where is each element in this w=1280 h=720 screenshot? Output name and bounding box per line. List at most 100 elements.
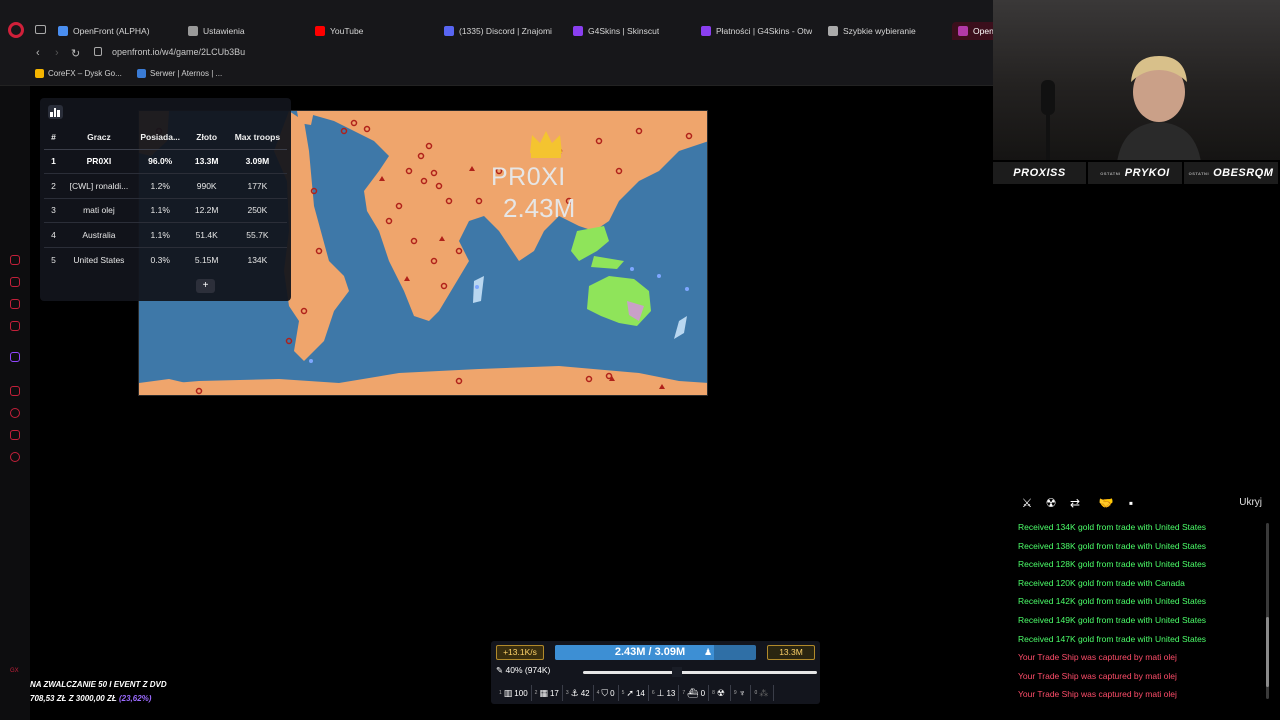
tab-label: YouTube xyxy=(330,26,364,36)
missile-silo-icon: ➚ xyxy=(626,687,634,698)
bookmark-corefx[interactable]: CoreFX – Dysk Go... xyxy=(35,69,122,78)
donation-percent: (23,62%) xyxy=(118,694,152,703)
attack-ratio-text: 40% (974K) xyxy=(505,665,551,675)
build-factory-button[interactable]: 2 ▦ 17 xyxy=(532,685,563,701)
gx-label: GX xyxy=(10,668,19,674)
col-gold[interactable]: Złoto xyxy=(185,126,228,150)
leaderboard-row[interactable]: 2 [CWL] ronaldi... 1.2% 990K 177K xyxy=(44,173,287,199)
atom-bomb-icon: ☢ xyxy=(716,687,725,698)
trade-icon[interactable]: ⇄ xyxy=(1068,496,1082,510)
events-toolbar: ⚔ ☢ ⇄ 🤝 ▪ Ukryj xyxy=(1012,489,1272,517)
rank-cell: 3 xyxy=(44,198,64,224)
leaderboard-row[interactable]: 1 PR0XI 96.0% 13.3M 3.09M xyxy=(44,149,287,175)
reload-icon[interactable]: ↻ xyxy=(71,47,80,60)
stream-label: OSTATNI OBESRQM xyxy=(1184,162,1280,184)
nuke-icon[interactable]: ☢ xyxy=(1044,496,1058,510)
event-message: Received 128K gold from trade with Unite… xyxy=(1018,559,1207,570)
browser-tab[interactable]: YouTube xyxy=(315,22,363,40)
mail-icon[interactable] xyxy=(10,321,20,331)
url-field[interactable]: openfront.io/w4/game/2LCUb3Bu xyxy=(112,47,245,57)
attack-ratio-slider[interactable] xyxy=(583,671,817,674)
leaderboard-row[interactable]: 4 Australia 1.1% 51.4K 55.7K xyxy=(44,222,287,248)
shopping-icon[interactable] xyxy=(10,277,20,287)
col-max-troops[interactable]: Max troops xyxy=(227,126,287,150)
building-count: 0 xyxy=(610,688,615,698)
gold-cell: 990K xyxy=(185,173,228,199)
col-player[interactable]: Gracz xyxy=(63,126,135,150)
events-scrollbar-thumb[interactable] xyxy=(1266,617,1269,687)
build-defense-post-button[interactable]: 4 ⛉ 0 xyxy=(594,685,619,701)
owned-cell: 1.1% xyxy=(134,198,186,224)
troop-bar: 2.43M / 3.09M ♟ xyxy=(555,645,756,660)
forward-icon[interactable]: › xyxy=(55,47,59,59)
player-cell: mati olej xyxy=(63,198,135,224)
opera-menu-icon[interactable] xyxy=(8,22,24,38)
attack-ratio: ✎ 40% (974K) xyxy=(496,665,550,676)
build-missile-silo-button[interactable]: 5 ➚ 14 xyxy=(619,685,649,701)
build-port-button[interactable]: 3 ⚓ 42 xyxy=(563,685,594,701)
troops-cell: 177K xyxy=(227,173,287,199)
browser-tab[interactable]: Szybkie wybieranie xyxy=(828,22,916,40)
build-hydrogen-bomb-button[interactable]: 9 ♆ xyxy=(731,685,752,701)
event-message: Received 147K gold from trade with Unite… xyxy=(1018,633,1207,644)
owned-cell: 96.0% xyxy=(134,149,186,175)
gold-balance: 13.3M xyxy=(767,645,815,660)
col-rank[interactable]: # xyxy=(44,126,64,150)
build-warship-button[interactable]: 7 ⛴ 0 xyxy=(679,685,710,701)
build-atom-bomb-button[interactable]: 8 ☢ xyxy=(709,685,731,701)
chat-icon[interactable]: ▪ xyxy=(1124,496,1138,510)
col-owned[interactable]: Posiada... xyxy=(134,126,186,150)
sword-icon[interactable]: ⚔ xyxy=(1020,496,1034,510)
tab-favicon-icon xyxy=(958,26,968,36)
tab-label: (1335) Discord | Znajomi xyxy=(459,26,552,36)
build-sam-launcher-button[interactable]: 6 ⊥ 13 xyxy=(649,685,680,701)
attack-ratio-slider-handle[interactable] xyxy=(671,667,682,677)
gold-balance-text: 13.3M xyxy=(779,647,803,657)
tab-label: Ustawienia xyxy=(203,26,245,36)
leaderboard-row[interactable]: 5 United States 0.3% 5.15M 134K xyxy=(44,247,287,272)
settings-icon[interactable] xyxy=(10,452,20,462)
browser-tab[interactable]: G4Skins | Skinscut xyxy=(573,22,659,40)
player-icon[interactable] xyxy=(10,386,20,396)
stream-label-name: OBESRQM xyxy=(1213,167,1274,179)
stream-label-sub: OSTATNI xyxy=(1188,170,1210,176)
build-mirv-button[interactable]: 0 ⁂ xyxy=(751,685,775,701)
sam-launcher-icon: ⊥ xyxy=(656,687,665,698)
tab-favicon-icon xyxy=(444,26,454,36)
browser-tab[interactable]: OpenFront (ALPHA) xyxy=(58,22,150,40)
leaderboard-toggle-icon[interactable] xyxy=(48,105,63,119)
hotkey-label: 9 xyxy=(733,690,737,696)
building-count: 13 xyxy=(666,688,676,698)
build-menu: 1 ▥ 100 2 ▦ 17 3 ⚓ 42 4 ⛉ 0 5 ➚ 14 6 ⊥ 13 7 ⛴ 0 8 ☢ 9 ♆ 0 ⁂ xyxy=(496,685,816,701)
building-count: 0 xyxy=(700,688,706,698)
back-icon[interactable]: ‹ xyxy=(36,47,40,59)
troops-cell: 250K xyxy=(227,198,287,224)
control-panel: +13.1K/s 2.43M / 3.09M ♟ 13.3M ✎ 40% (97… xyxy=(491,641,820,704)
browser-tab[interactable]: OpenF xyxy=(952,22,993,40)
hide-events-button[interactable]: Ukryj xyxy=(1239,497,1262,508)
rank-cell: 5 xyxy=(51,254,56,265)
browser-tab[interactable]: (1335) Discord | Znajomi xyxy=(444,22,552,40)
event-message: Received 138K gold from trade with Unite… xyxy=(1018,540,1207,551)
browser-tab[interactable]: Płatności | G4Skins - Otw xyxy=(701,22,812,40)
leaderboard-expand-button[interactable]: + xyxy=(196,279,215,293)
donation-progress: 708,53 ZŁ Z 3000,00 ZŁ (23,62%) xyxy=(30,694,190,703)
leaderboard-row[interactable]: 3 mati olej 1.1% 12.2M 250K xyxy=(44,198,287,224)
twitch-icon[interactable] xyxy=(10,352,20,362)
bookmark-aternos[interactable]: Serwer | Aternos | ... xyxy=(137,69,222,78)
gold-rate-text: +13.1K/s xyxy=(503,647,537,657)
leaderboard-table: # Gracz Posiada... Złoto Max troops 1 PR0… xyxy=(44,126,287,272)
event-message: Your Trade Ship was captured by mati ole… xyxy=(1018,670,1177,681)
gaming-icon[interactable] xyxy=(10,255,20,265)
alliance-icon[interactable]: 🤝 xyxy=(1096,496,1116,510)
microphone-icon xyxy=(1041,80,1055,160)
history-icon[interactable] xyxy=(10,408,20,418)
extensions-icon[interactable] xyxy=(10,430,20,440)
build-city-button[interactable]: 1 ▥ 100 xyxy=(496,685,532,701)
browser-tab[interactable]: Ustawienia xyxy=(188,22,245,40)
stream-label: PROXISS xyxy=(993,162,1088,184)
messenger-icon[interactable] xyxy=(10,299,20,309)
lock-icon xyxy=(94,47,102,56)
player-cell: [CWL] ronaldi... xyxy=(63,173,135,199)
tab-list-icon[interactable] xyxy=(35,25,46,34)
